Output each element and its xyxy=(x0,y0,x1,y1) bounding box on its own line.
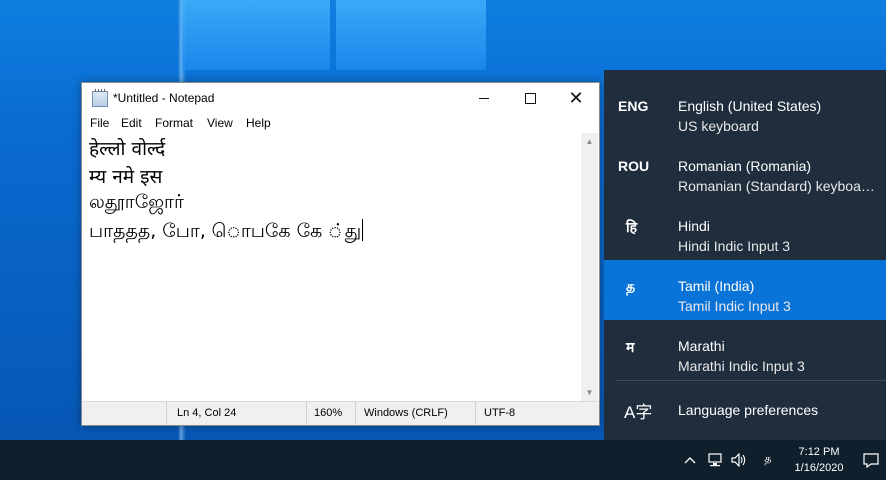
keyboard-name: Romanian (Standard) keyboa… xyxy=(678,178,875,194)
volume-icon[interactable] xyxy=(728,440,750,480)
language-code: ENG xyxy=(618,98,649,114)
menu-bar: File Edit Format View Help xyxy=(82,113,599,133)
zoom-level: 160% xyxy=(314,407,343,419)
network-icon[interactable] xyxy=(704,440,726,480)
minimize-icon xyxy=(479,97,489,99)
status-separator xyxy=(166,402,167,425)
notepad-icon xyxy=(92,89,108,107)
cursor-position: Ln 4, Col 24 xyxy=(177,407,237,419)
keyboard-name: Tamil Indic Input 3 xyxy=(678,298,791,314)
text-line: हेल्लो वोर्ल्द xyxy=(89,138,166,160)
encoding: UTF-8 xyxy=(484,407,516,419)
language-code: ROU xyxy=(618,158,650,174)
scroll-up-icon[interactable]: ▲ xyxy=(581,133,598,150)
notepad-window: *Untitled - Notepad ✕ File Edit Format V… xyxy=(81,82,600,426)
scroll-down-icon[interactable]: ▼ xyxy=(581,384,598,401)
language-name: Romanian (Romania) xyxy=(678,158,812,174)
text-line: லதூாஜோர் xyxy=(89,191,184,213)
notification-icon[interactable] xyxy=(858,440,884,480)
chevron-up-icon[interactable] xyxy=(680,440,700,480)
clock[interactable]: 7:12 PM 1/16/2020 xyxy=(790,444,848,476)
language-name: Hindi xyxy=(678,218,710,234)
language-name: Tamil (India) xyxy=(678,278,755,294)
language-code: हि xyxy=(626,219,638,235)
menu-view[interactable]: View xyxy=(207,116,233,130)
clock-date: 1/16/2020 xyxy=(794,462,844,474)
line-endings: Windows (CRLF) xyxy=(364,407,448,419)
language-item-tamil[interactable]: த Tamil (India) Tamil Indic Input 3 xyxy=(604,260,886,320)
menu-help[interactable]: Help xyxy=(246,116,271,130)
keyboard-name: Marathi Indic Input 3 xyxy=(678,358,805,374)
title-bar[interactable]: *Untitled - Notepad ✕ xyxy=(82,83,599,113)
language-item-hindi[interactable]: हि Hindi Hindi Indic Input 3 xyxy=(604,200,886,260)
language-preferences-link[interactable]: A字 Language preferences xyxy=(604,390,886,430)
language-code: म xyxy=(626,339,635,355)
text-line: म्य नमे इस xyxy=(89,166,163,188)
language-item-rou[interactable]: ROU Romanian (Romania) Romanian (Standar… xyxy=(604,140,886,200)
close-icon: ✕ xyxy=(568,88,584,108)
wallpaper-pane xyxy=(336,0,486,70)
status-separator xyxy=(306,402,307,425)
flyout-divider xyxy=(616,380,886,381)
status-separator xyxy=(355,402,356,425)
vertical-scrollbar[interactable]: ▲ ▼ xyxy=(581,133,598,401)
menu-format[interactable]: Format xyxy=(155,116,193,130)
input-language-flyout: ENG English (United States) US keyboard … xyxy=(604,70,886,440)
language-code: த xyxy=(626,278,636,294)
status-bar: Ln 4, Col 24 160% Windows (CRLF) UTF-8 xyxy=(82,401,599,425)
maximize-icon xyxy=(524,92,536,104)
close-button[interactable]: ✕ xyxy=(553,83,599,113)
menu-edit[interactable]: Edit xyxy=(121,116,142,130)
menu-file[interactable]: File xyxy=(90,116,109,130)
clock-time: 7:12 PM xyxy=(798,446,840,458)
keyboard-name: US keyboard xyxy=(678,118,759,134)
text-caret xyxy=(362,219,364,241)
window-title: *Untitled - Notepad xyxy=(113,91,215,105)
keyboard-name: Hindi Indic Input 3 xyxy=(678,238,791,254)
language-name: English (United States) xyxy=(678,98,822,114)
language-name: Marathi xyxy=(678,338,725,354)
wallpaper-pane xyxy=(182,0,330,70)
maximize-button[interactable] xyxy=(507,83,553,113)
language-item-eng[interactable]: ENG English (United States) US keyboard xyxy=(604,80,886,140)
taskbar: த 7:12 PM 1/16/2020 xyxy=(0,440,886,480)
text-line-with-caret: பாததத, பாே, ொபகே கே ்து xyxy=(89,219,364,245)
input-indicator-icon[interactable]: த xyxy=(756,440,780,480)
minimize-button[interactable] xyxy=(461,83,507,113)
text-editor[interactable]: हेल्लो वोर्ल्द म्य नमे इस லதூாஜோர் பாததத… xyxy=(83,133,581,401)
language-icon: A字 xyxy=(624,403,653,422)
status-separator xyxy=(475,402,476,425)
language-item-marathi[interactable]: म Marathi Marathi Indic Input 3 xyxy=(604,320,886,380)
language-preferences-label: Language preferences xyxy=(678,402,819,418)
text-line: பாததத, பாே, ொபகே கே ்து xyxy=(89,220,362,242)
